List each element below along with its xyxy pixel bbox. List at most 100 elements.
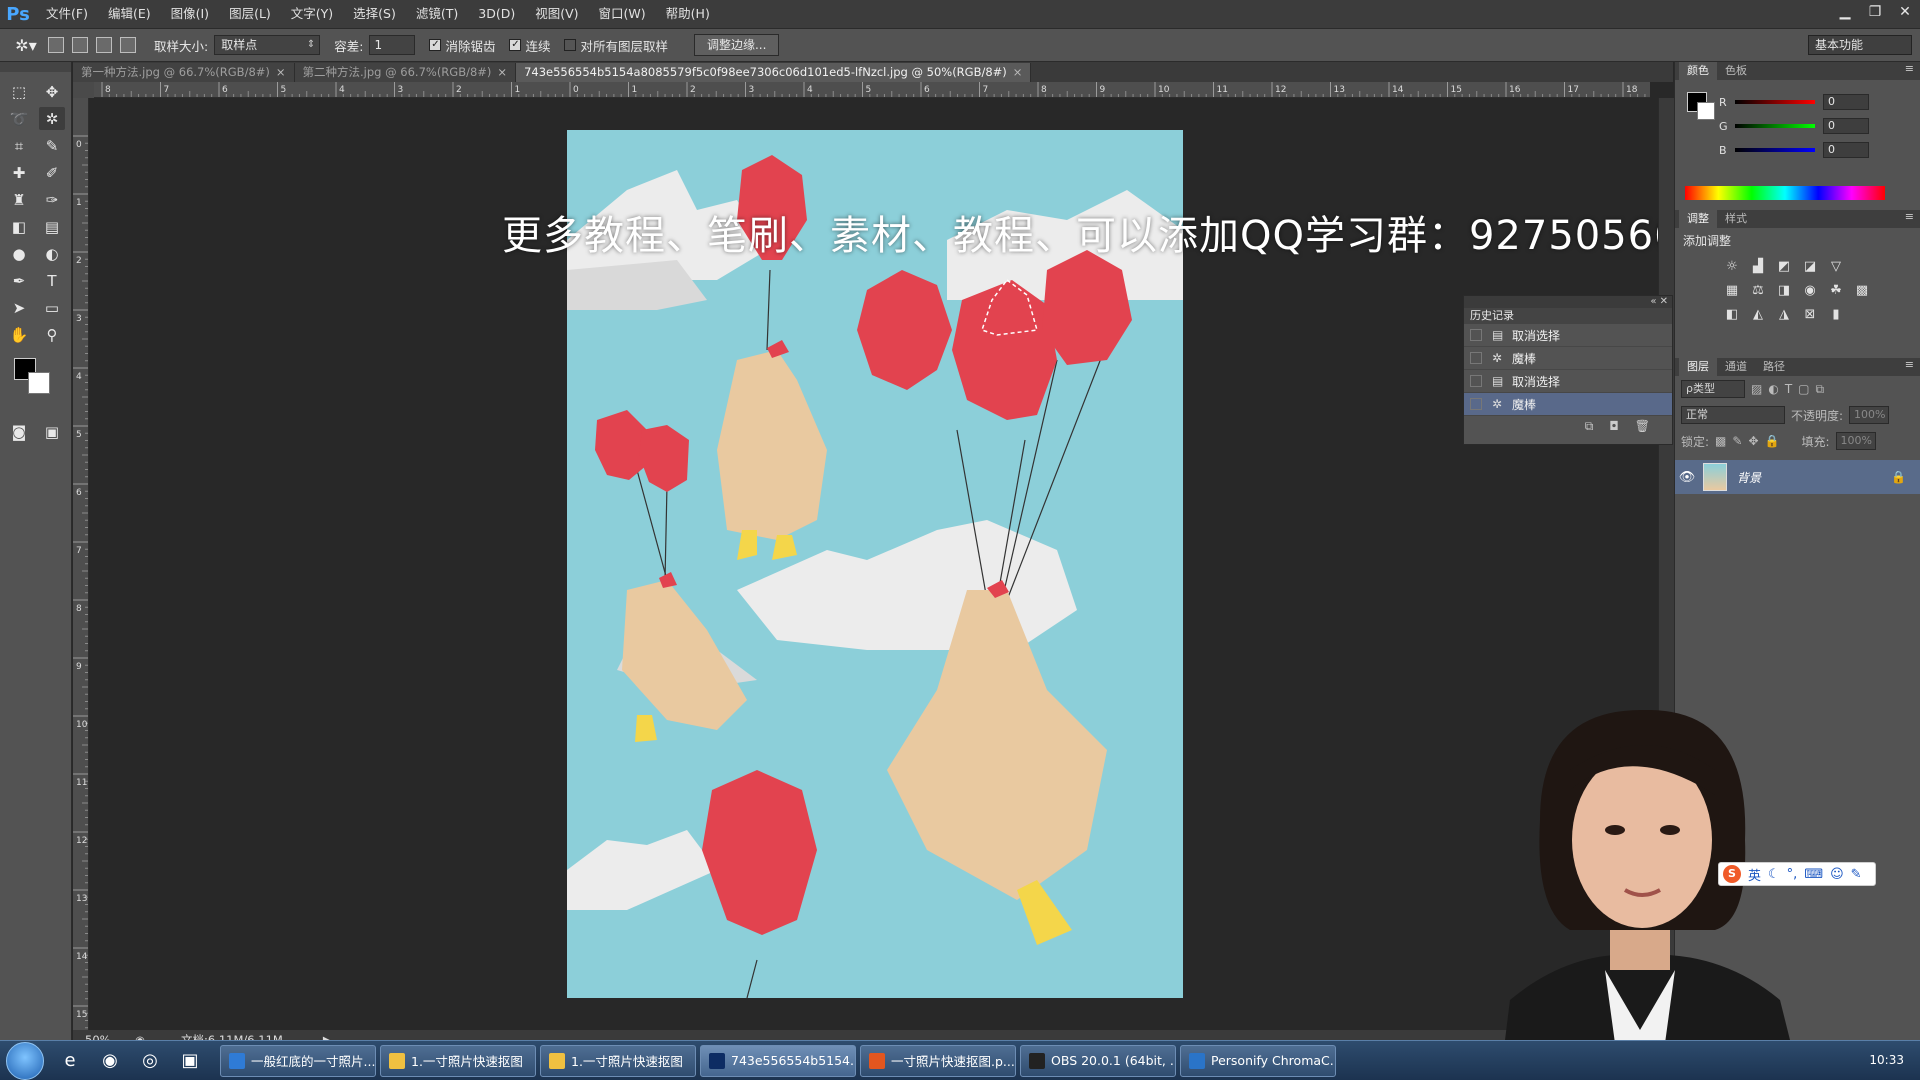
gradient-tool-icon[interactable]: ▤ [39, 215, 65, 238]
doc-tab[interactable]: 第二种方法.jpg @ 66.7%(RGB/8#) × [294, 63, 517, 82]
menu-3d[interactable]: 3D(D) [468, 0, 525, 28]
channel-mixer-icon[interactable]: ☘ [1825, 279, 1847, 301]
brightness-icon[interactable]: ☼ [1721, 255, 1743, 277]
taskbar-window-button[interactable]: 一般红底的一寸照片... [220, 1044, 376, 1077]
menu-file[interactable]: 文件(F) [36, 0, 98, 28]
doc-tab[interactable]: 第一种方法.jpg @ 66.7%(RGB/8#) × [73, 63, 295, 82]
taskbar-window-button[interactable]: OBS 20.0.1 (64bit, ... [1020, 1044, 1176, 1077]
background-color[interactable] [28, 372, 50, 394]
sample-all-layers-checkbox[interactable]: 对所有图层取样 [564, 36, 668, 55]
taskbar-window-button[interactable]: 一寸照片快速抠图.p... [860, 1044, 1016, 1077]
lock-pixels-icon[interactable]: ▩ [1715, 434, 1726, 448]
history-brush-icon[interactable]: ✑ [39, 188, 65, 211]
type-tool-icon[interactable]: T [39, 269, 65, 292]
menu-layer[interactable]: 图层(L) [219, 0, 281, 28]
marquee-tool-icon[interactable]: ⬚ [6, 80, 32, 103]
menu-type[interactable]: 文字(Y) [281, 0, 343, 28]
shape-tool-icon[interactable]: ▭ [39, 296, 65, 319]
dodge-tool-icon[interactable]: ◐ [39, 242, 65, 265]
magic-wand-tool-icon[interactable]: ✲ [39, 107, 65, 130]
new-document-from-state-icon[interactable]: ⧉ [1585, 419, 1594, 434]
menu-help[interactable]: 帮助(H) [656, 0, 720, 28]
user-icon[interactable]: ☺ [1830, 867, 1844, 882]
menu-select[interactable]: 选择(S) [343, 0, 406, 28]
red-slider[interactable] [1735, 100, 1815, 104]
eraser-tool-icon[interactable]: ◧ [6, 215, 32, 238]
tolerance-input[interactable]: 1 [369, 35, 416, 55]
tab-adjustments[interactable]: 调整 [1679, 210, 1717, 228]
taskbar-window-button[interactable]: 743e556554b5154... [700, 1044, 856, 1077]
opacity-input[interactable]: 100% [1849, 406, 1890, 424]
lock-paint-icon[interactable]: ✎ [1732, 434, 1742, 448]
tab-swatches[interactable]: 色板 [1717, 62, 1755, 80]
color-lookup-icon[interactable]: ▩ [1851, 279, 1873, 301]
restore-button[interactable]: ❐ [1860, 0, 1890, 24]
tab-styles[interactable]: 样式 [1717, 210, 1755, 228]
levels-icon[interactable]: ▟ [1747, 255, 1769, 277]
crop-tool-icon[interactable]: ⌗ [6, 134, 32, 157]
move-tool-icon[interactable]: ✥ [39, 80, 65, 103]
filter-type-icon[interactable]: T [1785, 382, 1792, 396]
tab-paths[interactable]: 路径 [1755, 358, 1793, 376]
magic-wand-preset-icon[interactable]: ✲▾ [8, 32, 44, 58]
workspace-select[interactable]: 基本功能 [1808, 35, 1912, 55]
spot-heal-tool-icon[interactable]: ✚ [6, 161, 32, 184]
tab-layers[interactable]: 图层 [1679, 358, 1717, 376]
path-select-icon[interactable]: ➤ [6, 296, 32, 319]
minimize-button[interactable]: ▁ [1830, 0, 1860, 24]
color-balance-icon[interactable]: ⚖ [1747, 279, 1769, 301]
curves-icon[interactable]: ◩ [1773, 255, 1795, 277]
start-button[interactable] [6, 1041, 44, 1080]
vibrance-icon[interactable]: ▽ [1825, 255, 1847, 277]
taskbar-window-button[interactable]: 1.一寸照片快速抠图 [540, 1044, 696, 1077]
blend-mode-select[interactable]: 正常 [1681, 406, 1785, 424]
ie-icon[interactable]: e [54, 1045, 86, 1077]
layer-kind-filter[interactable]: ρ类型 [1681, 380, 1745, 398]
red-value-input[interactable]: 0 [1823, 94, 1869, 110]
history-snapshot-box[interactable] [1470, 375, 1482, 387]
history-snapshot-box[interactable] [1470, 352, 1482, 364]
eye-icon[interactable]: 👁 [1675, 470, 1699, 485]
add-to-selection-icon[interactable] [72, 37, 88, 53]
menu-window[interactable]: 窗口(W) [589, 0, 656, 28]
menu-filter[interactable]: 滤镜(T) [406, 0, 468, 28]
invert-icon[interactable]: ◧ [1721, 303, 1743, 325]
green-value-input[interactable]: 0 [1823, 118, 1869, 134]
tab-channels[interactable]: 通道 [1717, 358, 1755, 376]
punctuation-icon[interactable]: °, [1787, 867, 1798, 882]
settings-wrench-icon[interactable]: ✎ [1851, 867, 1862, 882]
history-item[interactable]: ▤ 取消选择 [1464, 370, 1672, 393]
history-item-active[interactable]: ✲ 魔棒 [1464, 393, 1672, 416]
gradient-map-icon[interactable]: ▮ [1825, 303, 1847, 325]
taskbar-window-button[interactable]: 1.一寸照片快速抠图 [380, 1044, 536, 1077]
green-slider[interactable] [1735, 124, 1815, 128]
system-clock[interactable]: 10:33 [1869, 1053, 1904, 1067]
posterize-icon[interactable]: ◭ [1747, 303, 1769, 325]
snapshot-camera-icon[interactable]: ◘ [1609, 419, 1619, 433]
background-color-chip[interactable] [1697, 102, 1715, 120]
new-selection-icon[interactable] [48, 37, 64, 53]
panel-menu-icon[interactable]: ≡ [1905, 62, 1914, 75]
photo-filter-icon[interactable]: ◉ [1799, 279, 1821, 301]
filter-pixel-icon[interactable]: ▨ [1751, 382, 1762, 396]
panel-collapse-icon[interactable]: « ✕ [1464, 296, 1672, 308]
close-icon[interactable]: × [497, 65, 507, 79]
selective-color-icon[interactable]: ⊠ [1799, 303, 1821, 325]
menu-image[interactable]: 图像(I) [161, 0, 219, 28]
history-item[interactable]: ▤ 取消选择 [1464, 324, 1672, 347]
pen-tool-icon[interactable]: ✒ [6, 269, 32, 292]
history-panel-title[interactable]: 历史记录 [1464, 308, 1672, 324]
hand-tool-icon[interactable]: ✋ [6, 323, 32, 346]
brush-tool-icon[interactable]: ✐ [39, 161, 65, 184]
zoom-tool-icon[interactable]: ⚲ [39, 323, 65, 346]
filter-adjust-icon[interactable]: ◐ [1768, 382, 1778, 396]
subtract-selection-icon[interactable] [96, 37, 112, 53]
threshold-icon[interactable]: ◮ [1773, 303, 1795, 325]
half-width-moon-icon[interactable]: ☾ [1768, 867, 1780, 882]
panel-menu-icon[interactable]: ≡ [1905, 210, 1914, 223]
history-item[interactable]: ✲ 魔棒 [1464, 347, 1672, 370]
refine-edge-button[interactable]: 调整边缘... [693, 34, 780, 56]
close-icon[interactable]: × [276, 65, 286, 79]
history-snapshot-box[interactable] [1470, 398, 1482, 410]
sample-size-select[interactable]: 取样点 [214, 35, 321, 55]
